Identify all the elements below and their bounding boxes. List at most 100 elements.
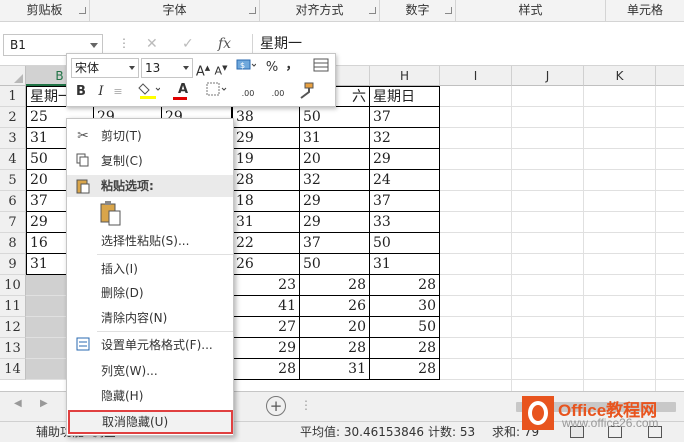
format-table-icon[interactable] (311, 58, 331, 78)
more-sheets-icon[interactable]: ⋮ (300, 398, 312, 412)
cell-e9[interactable]: 26 (232, 254, 300, 275)
cell-e13[interactable]: 29 (232, 338, 300, 359)
chevron-down-icon[interactable] (129, 66, 135, 70)
cell-g14[interactable]: 28 (370, 359, 440, 380)
cell-f10[interactable]: 28 (300, 275, 370, 296)
menu-item-unhide[interactable]: 取消隐藏(U) (68, 410, 233, 434)
column-header-j[interactable]: J (512, 66, 584, 86)
dialog-launcher-icon[interactable] (445, 7, 452, 14)
row-header[interactable]: 4 (0, 149, 26, 170)
cell-f4[interactable]: 20 (300, 149, 370, 170)
cell-f14[interactable]: 31 (300, 359, 370, 380)
comma-style-button[interactable]: ， (285, 56, 299, 76)
ribbon-group-cells[interactable]: 单元格 (606, 0, 684, 21)
column-header-k[interactable]: K (584, 66, 656, 86)
font-color-button[interactable]: A (171, 80, 195, 100)
row-header[interactable]: 3 (0, 128, 26, 149)
cell-g5[interactable]: 24 (370, 170, 440, 191)
ribbon-group-clipboard[interactable]: 剪贴板 (0, 0, 90, 21)
menu-item-cut[interactable]: ✂ 剪切(T) (67, 125, 233, 147)
column-header-l[interactable] (656, 66, 684, 86)
dialog-launcher-icon[interactable] (369, 7, 376, 14)
column-header-h[interactable]: H (370, 66, 440, 86)
fill-color-button[interactable] (137, 82, 161, 102)
cell-e5[interactable]: 28 (232, 170, 300, 191)
ribbon-group-styles[interactable]: 样式 (456, 0, 606, 21)
row-header[interactable]: 11 (0, 296, 26, 317)
ribbon-group-alignment[interactable]: 对齐方式 (260, 0, 380, 21)
menu-item-insert[interactable]: 插入(I) (67, 258, 233, 280)
font-name-select[interactable]: 宋体 (71, 58, 139, 78)
more-options-icon[interactable]: ⋮ (118, 36, 130, 50)
format-painter-icon[interactable] (295, 82, 317, 102)
cell-e7[interactable]: 31 (232, 212, 300, 233)
cell-e11[interactable]: 41 (232, 296, 300, 317)
cell-e3[interactable]: 29 (232, 128, 300, 149)
row-header[interactable]: 5 (0, 170, 26, 191)
decrease-decimal-button[interactable]: .00 (265, 84, 291, 104)
cell-g12[interactable]: 50 (370, 317, 440, 338)
select-all-button[interactable] (0, 66, 26, 86)
cell-g7[interactable]: 33 (370, 212, 440, 233)
menu-item-delete[interactable]: 删除(D) (67, 282, 233, 304)
cell-g8[interactable]: 50 (370, 233, 440, 254)
tab-scroll-left-icon[interactable]: ◀ (14, 398, 22, 409)
cell-g9[interactable]: 31 (370, 254, 440, 275)
cell-g3[interactable]: 32 (370, 128, 440, 149)
cell-f9[interactable]: 50 (300, 254, 370, 275)
dialog-launcher-icon[interactable] (79, 7, 86, 14)
row-header[interactable]: 14 (0, 359, 26, 380)
cell-f12[interactable]: 20 (300, 317, 370, 338)
insert-function-icon[interactable]: fx (218, 36, 231, 52)
cell-f6[interactable]: 29 (300, 191, 370, 212)
cell-e2[interactable]: 38 (232, 107, 300, 128)
row-header[interactable]: 13 (0, 338, 26, 359)
paste-option-button[interactable] (99, 201, 125, 227)
cell-e8[interactable]: 22 (232, 233, 300, 254)
percent-style-button[interactable]: % (263, 58, 281, 78)
tab-scroll-right-icon[interactable]: ▶ (40, 398, 48, 409)
cell-g11[interactable]: 30 (370, 296, 440, 317)
italic-button[interactable]: I (93, 82, 109, 102)
row-header[interactable]: 12 (0, 317, 26, 338)
cell-f11[interactable]: 26 (300, 296, 370, 317)
cancel-icon[interactable]: ✕ (146, 36, 158, 52)
add-sheet-icon[interactable]: + (266, 396, 286, 416)
bold-button[interactable]: B (73, 82, 89, 102)
menu-item-column-width[interactable]: 列宽(W)... (67, 360, 233, 382)
menu-item-hide[interactable]: 隐藏(H) (67, 385, 233, 407)
cell-g6[interactable]: 37 (370, 191, 440, 212)
row-header[interactable]: 6 (0, 191, 26, 212)
cell-g2[interactable]: 37 (370, 107, 440, 128)
align-icon[interactable]: ≡ (111, 82, 125, 102)
cell-g10[interactable]: 28 (370, 275, 440, 296)
row-header[interactable]: 1 (0, 86, 26, 107)
cell-f5[interactable]: 32 (300, 170, 370, 191)
decrease-font-size-button[interactable]: A▼ (213, 58, 229, 78)
row-header[interactable]: 8 (0, 233, 26, 254)
borders-icon[interactable] (205, 82, 229, 102)
menu-item-copy[interactable]: 复制(C) (67, 150, 233, 172)
menu-item-format-cells[interactable]: 设置单元格格式(F)... (67, 334, 233, 356)
increase-decimal-button[interactable]: .00 (235, 84, 261, 104)
cell-f2[interactable]: 50 (300, 107, 370, 128)
empty-cells-area[interactable] (440, 86, 684, 391)
column-header-i[interactable]: I (440, 66, 512, 86)
accounting-format-icon[interactable]: $ (233, 58, 259, 78)
cell-g4[interactable]: 29 (370, 149, 440, 170)
ribbon-group-number[interactable]: 数字 (380, 0, 456, 21)
font-size-select[interactable]: 13 (141, 58, 193, 78)
cell-f3[interactable]: 31 (300, 128, 370, 149)
increase-font-size-button[interactable]: A▲ (195, 58, 211, 79)
cell-f13[interactable]: 28 (300, 338, 370, 359)
cell-f8[interactable]: 37 (300, 233, 370, 254)
cell-h1[interactable]: 星期日 (370, 86, 440, 107)
cell-e14[interactable]: 28 (232, 359, 300, 380)
cell-e6[interactable]: 18 (232, 191, 300, 212)
chevron-down-icon[interactable] (183, 66, 189, 70)
cell-e12[interactable]: 27 (232, 317, 300, 338)
menu-item-clear-contents[interactable]: 清除内容(N) (67, 307, 233, 329)
row-header[interactable]: 2 (0, 107, 26, 128)
chevron-down-icon[interactable] (90, 43, 98, 48)
row-header[interactable]: 10 (0, 275, 26, 296)
